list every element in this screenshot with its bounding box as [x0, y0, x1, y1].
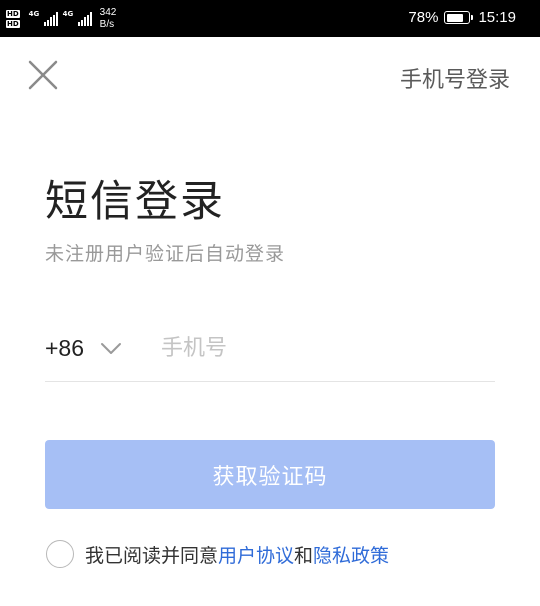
agreement-text: 我已阅读并同意用户协议和隐私政策: [85, 541, 389, 568]
battery-icon: [444, 11, 474, 24]
signal-bars-icon: [43, 12, 58, 26]
chevron-down-icon: [101, 342, 122, 354]
network-type-1: 4G: [28, 10, 40, 18]
get-code-button[interactable]: 获取验证码: [45, 440, 495, 509]
sim1-badge: HD: [6, 10, 20, 18]
page-subtitle: 未注册用户验证后自动登录: [45, 243, 286, 265]
sim2-badge: HD: [6, 20, 20, 28]
battery-percent: 78%: [408, 9, 439, 26]
user-agreement-link[interactable]: 用户协议: [218, 545, 294, 567]
phone-input[interactable]: [161, 336, 422, 361]
signal-2: 4G: [62, 10, 92, 26]
phone-login-link[interactable]: 手机号登录: [400, 62, 510, 94]
country-code-selector[interactable]: +86: [45, 335, 122, 362]
phone-row: +86: [45, 322, 495, 382]
status-left: HD HD 4G 4G 342 B/s: [6, 5, 116, 33]
status-bar: HD HD 4G 4G 342 B/s 78% 15:19: [0, 0, 540, 37]
network-type-2: 4G: [62, 10, 74, 18]
agreement-and: 和: [294, 544, 314, 567]
network-speed: 342 B/s: [99, 7, 117, 30]
signal-1: 4G: [28, 10, 58, 26]
privacy-policy-link[interactable]: 隐私政策: [313, 545, 389, 567]
country-code: +86: [45, 335, 85, 361]
agreement-prefix: 我已阅读并同意: [85, 544, 219, 567]
agreement-checkbox[interactable]: [46, 540, 74, 568]
page-title: 短信登录: [45, 177, 225, 227]
sim-badges: HD HD: [6, 10, 20, 28]
signal-bars-icon: [77, 12, 92, 26]
close-button[interactable]: [25, 57, 61, 93]
agreement-row: 我已阅读并同意用户协议和隐私政策: [46, 540, 389, 568]
status-right: 78% 15:19: [408, 9, 516, 26]
close-icon: [28, 60, 58, 90]
clock: 15:19: [478, 9, 516, 26]
